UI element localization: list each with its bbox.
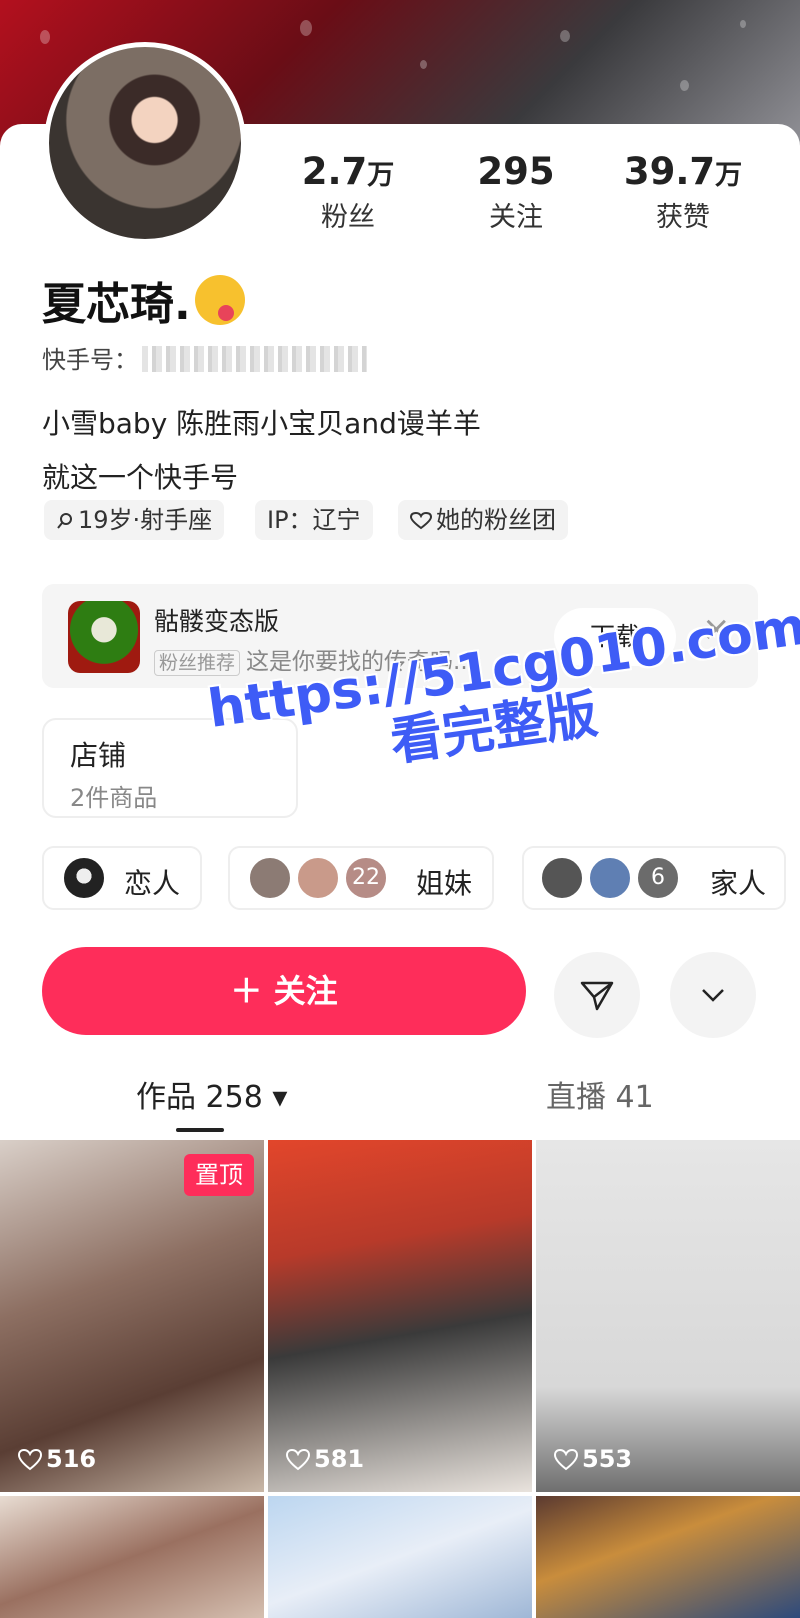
like-count: 516 [17, 1445, 96, 1473]
post-thumbnail[interactable] [268, 1496, 532, 1618]
stat-fans-label: 粉丝 [321, 202, 375, 233]
stat-following-value: 295 [477, 150, 555, 193]
stat-fans-value: 2.7 [301, 150, 368, 193]
heart-icon [409, 511, 433, 530]
stat-following-label: 关注 [489, 202, 543, 233]
more-button[interactable] [670, 952, 756, 1038]
tag-fan-club[interactable]: 她的粉丝团 [398, 500, 568, 540]
like-count: 581 [285, 1445, 364, 1473]
avatar-thumb [540, 856, 584, 900]
relation-sisters[interactable]: 22 姐妹 [228, 846, 494, 910]
tag-ip: IP：辽宁 [255, 500, 373, 540]
heart-icon [285, 1448, 311, 1471]
tag-age-zodiac: 19岁·射手座 [44, 500, 225, 540]
bio-line-1: 小雪baby 陈胜雨小宝贝and谩羊羊 [42, 407, 481, 440]
shop-title: 店铺 [70, 739, 127, 772]
search-person-icon [57, 513, 72, 529]
share-button[interactable] [554, 952, 640, 1038]
profile-name: 夏芯琦. [42, 268, 245, 332]
bio-line-2: 就这一个快手号 [42, 461, 239, 494]
avatar-count: 22 [344, 856, 388, 900]
yum-emoji-icon [194, 275, 245, 325]
relation-lover[interactable]: 恋人 [42, 846, 202, 910]
skull-game-icon [68, 601, 140, 673]
avatar-thumb [62, 856, 106, 900]
stat-fans[interactable]: 2.7万 粉丝 [278, 150, 418, 234]
stat-likes-unit: 万 [715, 160, 743, 191]
chevron-down-icon [702, 989, 724, 1002]
relation-family[interactable]: 6 家人 [522, 846, 786, 910]
post-thumbnail[interactable]: 置顶 516 [0, 1140, 264, 1492]
stat-likes[interactable]: 39.7万 获赞 [613, 150, 753, 234]
post-thumbnail[interactable] [0, 1496, 264, 1618]
paper-plane-icon [580, 981, 614, 1011]
like-count: 553 [553, 1445, 632, 1473]
post-thumbnail[interactable] [536, 1496, 800, 1618]
post-thumbnail[interactable]: 581 [268, 1140, 532, 1492]
avatar[interactable] [44, 42, 246, 244]
post-thumbnail[interactable]: 553 [536, 1140, 800, 1492]
stat-following[interactable]: 295 关注 [446, 150, 586, 234]
pinned-badge: 置顶 [184, 1154, 254, 1196]
avatar-count: 6 [636, 856, 680, 900]
tab-live[interactable]: 直播 41 [546, 1072, 654, 1116]
tab-indicator [176, 1128, 224, 1132]
avatar-thumb [296, 856, 340, 900]
stat-likes-value: 39.7 [623, 150, 716, 193]
shop-subtitle: 2件商品 [70, 784, 158, 812]
tab-works[interactable]: 作品 258 ▾ [136, 1072, 287, 1116]
heart-icon [553, 1448, 579, 1471]
follow-button[interactable]: ＋ 关注 [42, 947, 526, 1035]
blurred-id [142, 346, 367, 372]
kuaishou-id: 快手号： [42, 340, 367, 375]
avatar-thumb [588, 856, 632, 900]
ad-title: 骷髅变态版 [154, 607, 280, 636]
stat-fans-unit: 万 [367, 160, 395, 191]
ad-badge: 粉丝推荐 [154, 650, 241, 676]
stat-likes-label: 获赞 [656, 202, 710, 233]
heart-icon [17, 1448, 43, 1471]
avatar-thumb [248, 856, 292, 900]
